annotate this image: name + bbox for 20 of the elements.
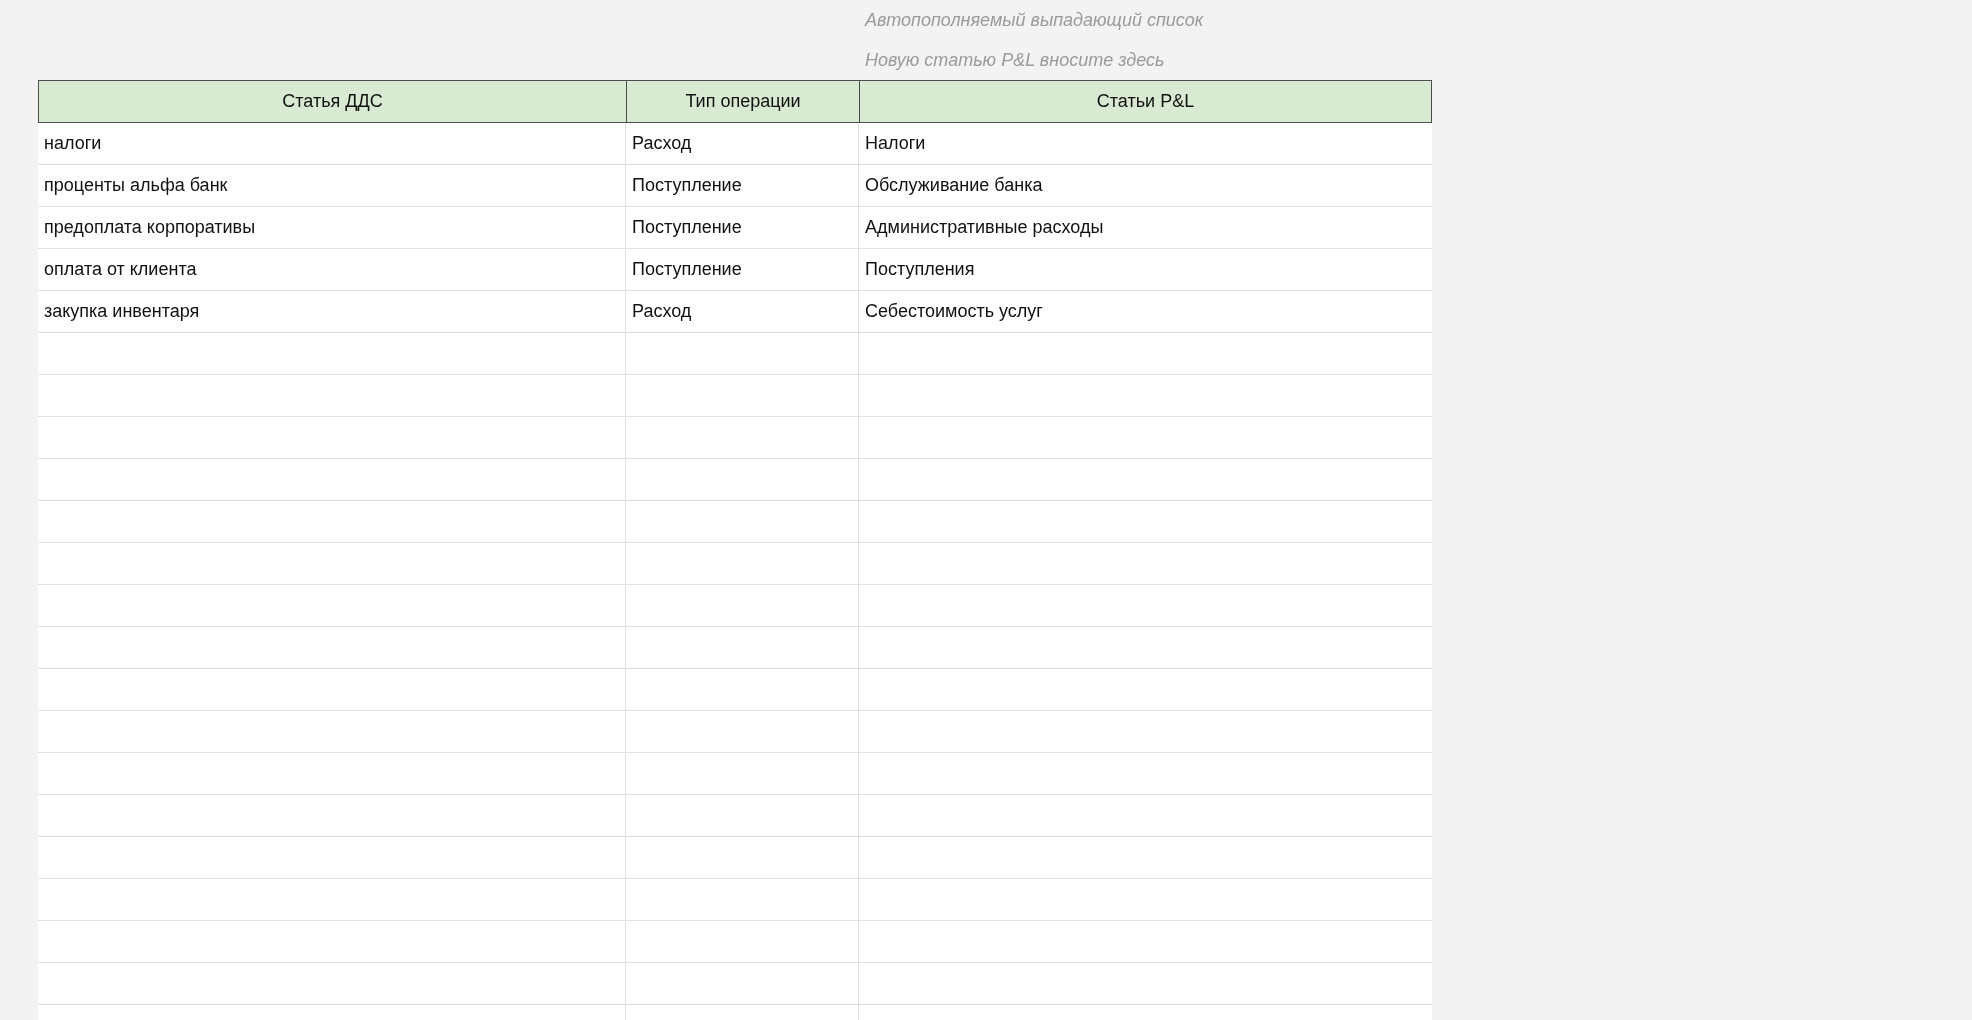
note-text: Новую статью P&L вносите здесь xyxy=(865,49,1166,72)
table-cell: Поступление xyxy=(626,165,859,206)
table-cell: предоплата корпоративы xyxy=(38,207,626,248)
table-cell: проценты альфа банк xyxy=(38,165,626,206)
column-header: Статья ДДС xyxy=(39,81,627,122)
table-cell: налоги xyxy=(38,123,626,164)
table-cell: оплата от клиента xyxy=(38,249,626,290)
table-cell-text: Административные расходы xyxy=(864,216,1105,239)
column-header: Статьи P&L xyxy=(1095,90,1196,113)
table-cell: Поступление xyxy=(626,249,859,290)
table-cell: Расход xyxy=(626,291,859,332)
note-text: Автопополняемый выпадающий список xyxy=(865,9,1205,32)
table-cell: Расход xyxy=(626,123,859,164)
table-cell: Поступление xyxy=(626,207,859,248)
table-cell-text: Налоги xyxy=(864,132,927,155)
table-cell-text: Обслуживание банка xyxy=(864,174,1044,197)
table-cell: закупка инвентаря xyxy=(38,291,626,332)
table-cell-text: Поступления xyxy=(864,258,976,281)
column-header: Тип операции xyxy=(627,81,860,122)
table-cell-text: Себестоимость услуг xyxy=(864,300,1044,323)
